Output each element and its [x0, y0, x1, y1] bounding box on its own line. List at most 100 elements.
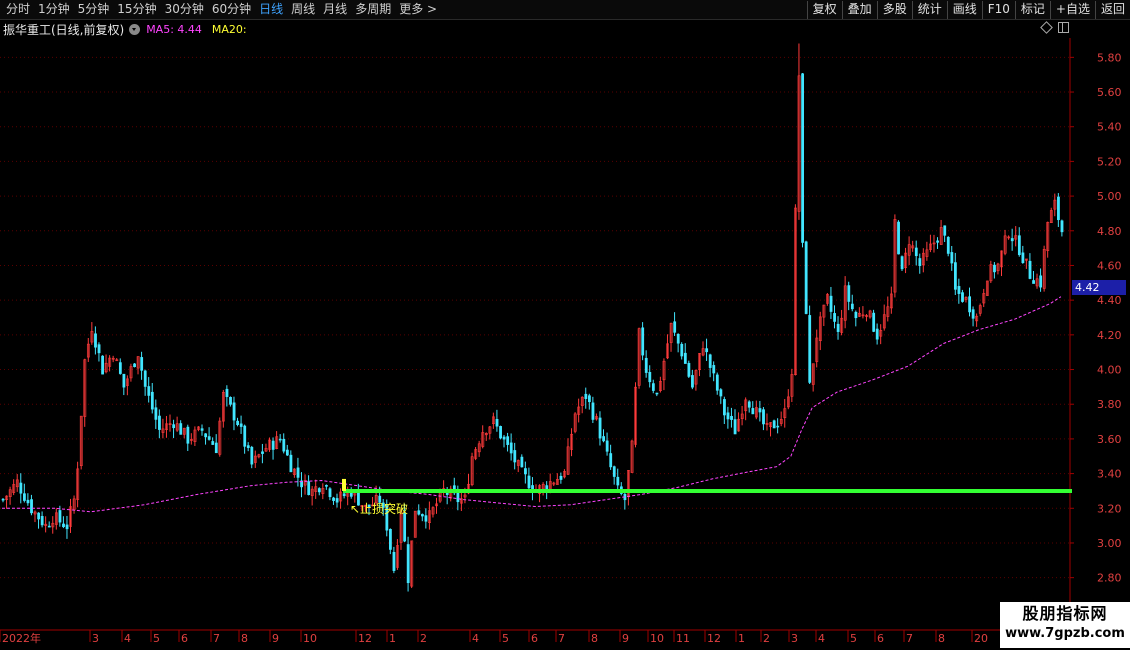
candle-body: [776, 425, 780, 428]
candle-body: [708, 354, 712, 368]
candle-body: [502, 436, 506, 440]
candle-body: [47, 525, 51, 528]
candle-body: [648, 371, 652, 383]
candle-body: [946, 236, 950, 254]
candle-body: [456, 491, 460, 503]
stock-title: 振华重工(日线,前复权): [3, 22, 125, 37]
y-tick-label: 4.00: [1097, 364, 1122, 377]
watermark-logo: 股朋指标网 www.7gpzb.com: [1000, 602, 1130, 648]
candle-body: [762, 409, 765, 425]
x-tick-label: 8: [591, 632, 598, 645]
candle-body: [147, 386, 151, 396]
x-tick-label: 5: [502, 632, 509, 645]
candlestick-chart[interactable]: 2.80 3.00 3.20 3.40 3.60 3.80 4.00 4.20 4.40 4.60…: [0, 0, 1130, 650]
candle-body: [332, 497, 335, 501]
candle-body: [236, 420, 240, 425]
dropdown-icon[interactable]: [129, 23, 141, 35]
y-tick-label: 5.40: [1097, 121, 1122, 134]
candle-body: [325, 485, 328, 487]
candle-body: [872, 312, 876, 332]
candle-body: [747, 401, 751, 408]
candle-body: [37, 512, 41, 520]
tool-button-2[interactable]: 多股: [876, 1, 912, 19]
candle-body: [509, 442, 513, 454]
candle-body: [605, 440, 609, 452]
x-tick-label: 7: [213, 632, 220, 645]
candle-body: [154, 407, 158, 420]
y-tick-label: 3.80: [1097, 398, 1122, 411]
y-tick-label: 4.80: [1097, 225, 1122, 238]
x-tick-label: 3: [791, 632, 798, 645]
candle-body: [19, 482, 23, 494]
candle-body: [719, 389, 723, 397]
candle-body: [524, 468, 527, 475]
period-tab-4[interactable]: 30分钟: [161, 0, 208, 19]
candle-body: [392, 551, 396, 571]
candle-body: [993, 264, 996, 273]
period-tab-0[interactable]: 分时: [2, 0, 34, 19]
candle-body: [389, 528, 392, 550]
candle-body: [97, 344, 101, 354]
period-tab-2[interactable]: 5分钟: [74, 0, 114, 19]
y-tick-label: 2.80: [1097, 572, 1122, 585]
candle-body: [261, 451, 264, 454]
y-tick-label: 3.20: [1097, 502, 1122, 515]
tool-button-4[interactable]: 画线: [946, 1, 982, 19]
period-tab-8[interactable]: 月线: [319, 0, 351, 19]
candle-body: [641, 327, 645, 356]
period-tab-3[interactable]: 15分钟: [113, 0, 160, 19]
candle-body: [943, 225, 947, 236]
x-tick-label: 1: [738, 632, 745, 645]
period-tab-1[interactable]: 1分钟: [34, 0, 74, 19]
candle-body: [229, 396, 232, 405]
candle-body: [591, 402, 595, 420]
candle-body: [936, 240, 940, 243]
candle-body: [847, 285, 851, 302]
candle-body: [705, 348, 709, 353]
x-tick-label: 1: [389, 632, 396, 645]
period-tab-6[interactable]: 日线: [255, 0, 287, 19]
candle-body: [243, 425, 247, 447]
tool-button-5[interactable]: F10: [981, 1, 1015, 19]
x-tick-label: 4: [472, 632, 479, 645]
candle-body: [200, 428, 204, 431]
candle-body: [723, 399, 726, 416]
period-tab-7[interactable]: 周线: [287, 0, 319, 19]
candle-body: [296, 467, 300, 478]
tool-button-1[interactable]: 叠加: [841, 1, 877, 19]
period-tab-10[interactable]: 更多 >: [395, 0, 441, 19]
chart-info-bar: 振华重工(日线,前复权) MA5: 4.44 MA20:: [0, 20, 1070, 38]
y-tick-label: 4.40: [1097, 294, 1122, 307]
candle-body: [232, 402, 236, 421]
x-tick-label: 8: [938, 632, 945, 645]
candle-body: [122, 373, 126, 388]
candle-body: [289, 454, 293, 473]
tool-button-0[interactable]: 复权: [806, 1, 842, 19]
candle-body: [772, 420, 776, 429]
layout-toggle-icon[interactable]: [1058, 22, 1069, 33]
period-tabs: 分时 1分钟 5分钟 15分钟 30分钟 60分钟 日线 周线 月线 多周期 更多 >: [2, 0, 441, 19]
candle-body: [172, 424, 176, 429]
x-tick-label: 9: [622, 632, 629, 645]
candle-body: [285, 449, 289, 456]
candle-body: [801, 73, 805, 243]
tool-button-7[interactable]: +自选: [1049, 1, 1095, 19]
tool-button-6[interactable]: 标记: [1014, 1, 1050, 19]
tool-button-3[interactable]: 统计: [911, 1, 947, 19]
candle-body: [307, 481, 311, 496]
candle-body: [23, 493, 26, 501]
x-tick-label: 5: [850, 632, 857, 645]
period-tab-9[interactable]: 多周期: [351, 0, 395, 19]
ma20-label: MA20:: [211, 22, 247, 36]
candle-body: [335, 498, 339, 503]
x-tick-label: 8: [241, 632, 248, 645]
period-tab-5[interactable]: 60分钟: [208, 0, 255, 19]
x-tick-label: 9: [272, 632, 279, 645]
tool-button-8[interactable]: 返回: [1094, 1, 1130, 19]
candle-body: [417, 510, 421, 515]
candle-body: [602, 436, 606, 442]
candle-body: [406, 544, 410, 584]
candle-body: [278, 438, 282, 441]
candle-body: [143, 370, 147, 387]
candle-body: [644, 357, 648, 373]
